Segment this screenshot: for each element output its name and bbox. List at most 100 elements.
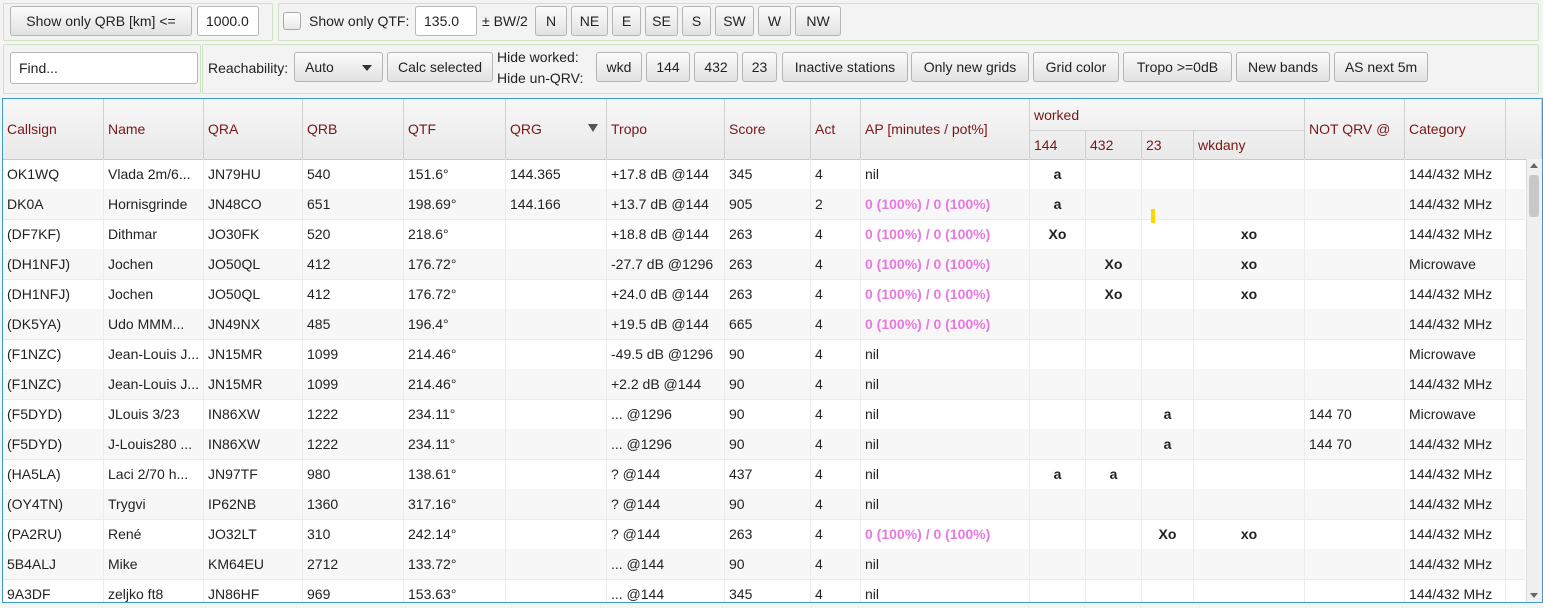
header-not-qrv[interactable]: NOT QRV @: [1305, 99, 1405, 159]
header-ap[interactable]: AP [minutes / pot%]: [861, 99, 1030, 159]
header-callsign[interactable]: Callsign: [3, 99, 104, 159]
cell-qra: JN86HF: [204, 579, 303, 602]
cell-qrb: 1360: [303, 489, 404, 519]
qrb-value-input[interactable]: 1000.0: [197, 6, 259, 36]
filter-button-tropo-0db[interactable]: Tropo >=0dB: [1123, 52, 1232, 82]
header-worked-wkdany[interactable]: wkdany: [1194, 130, 1305, 159]
direction-button-n[interactable]: N: [535, 6, 567, 36]
filter-button-inactive-stations[interactable]: Inactive stations: [782, 52, 908, 82]
cell-category: 144/432 MHz: [1405, 159, 1506, 189]
filter-button-432[interactable]: 432: [694, 52, 738, 82]
header-worked-432[interactable]: 432: [1086, 130, 1142, 159]
cell-notqrv: [1305, 339, 1405, 369]
scroll-thumb[interactable]: [1529, 175, 1539, 217]
header-tropo[interactable]: Tropo: [607, 99, 725, 159]
cell-name: Udo MMM...: [104, 309, 204, 339]
show-only-qtf-checkbox[interactable]: [283, 12, 301, 30]
filter-button-as-next-5m[interactable]: AS next 5m: [1334, 52, 1428, 82]
table-row[interactable]: (PA2RU) René JO32LT 310 242.14° ? @144 263 4 0 (…: [3, 519, 1525, 550]
scroll-up-icon[interactable]: [1530, 163, 1538, 168]
cell-qra: JO30FK: [204, 219, 303, 249]
header-worked-144[interactable]: 144: [1030, 130, 1086, 159]
direction-button-nw[interactable]: NW: [795, 6, 841, 36]
table-row[interactable]: (DH1NFJ) Jochen JO50QL 412 176.72° -27.7 dB @…: [3, 249, 1525, 280]
table-row[interactable]: (F1NZC) Jean-Louis J... JN15MR 1099 214.46° -…: [3, 339, 1525, 370]
table-row[interactable]: (F5DYD) J-Louis280 ... IN86XW 1222 234.11°..…: [3, 429, 1525, 460]
cell-notqrv: [1305, 459, 1405, 489]
table-row[interactable]: (OY4TN) Trygvi IP62NB 1360 317.16° ? @144 90 4 n…: [3, 489, 1525, 520]
filter-button-23[interactable]: 23: [742, 52, 777, 82]
cell-ap: 0 (100%) / 0 (100%): [861, 219, 1030, 249]
filter-button-new-bands[interactable]: New bands: [1236, 52, 1330, 82]
cell-act: 4: [811, 369, 861, 399]
header-category[interactable]: Category: [1405, 99, 1506, 159]
cell-tropo: ... @1296: [607, 429, 725, 459]
find-input[interactable]: Find...: [10, 52, 198, 84]
cell-w432: [1086, 579, 1142, 602]
cell-ap: nil: [861, 369, 1030, 399]
calc-selected-button[interactable]: Calc selected: [387, 52, 493, 82]
cell-w432: [1086, 309, 1142, 339]
cell-callsign: (F1NZC): [3, 369, 104, 399]
header-worked-23[interactable]: 23: [1142, 130, 1194, 159]
cell-qrg: [506, 219, 607, 249]
cell-notqrv: [1305, 489, 1405, 519]
table-row[interactable]: DK0A Hornisgrinde JN48CO 651 198.69° 144.166 +…: [3, 189, 1525, 220]
table-row[interactable]: (DF7KF) Dithmar JO30FK 520 218.6° +18.8 dB @1…: [3, 219, 1525, 250]
header-qtf[interactable]: QTF: [404, 99, 506, 159]
cell-act: 4: [811, 399, 861, 429]
table-row[interactable]: (F1NZC) Jean-Louis J... JN15MR 1099 214.46° +…: [3, 369, 1525, 400]
filter-button-only-new-grids[interactable]: Only new grids: [911, 52, 1029, 82]
header-qrg[interactable]: QRG: [506, 99, 607, 159]
cell-callsign: OK1WQ: [3, 159, 104, 189]
table-row[interactable]: 5B4ALJ Mike KM64EU 2712 133.72° ... @144 90 4 ni…: [3, 549, 1525, 580]
filter-button-grid-color[interactable]: Grid color: [1033, 52, 1119, 82]
header-act[interactable]: Act: [811, 99, 861, 159]
cell-w432: a: [1086, 459, 1142, 489]
filter-button-144[interactable]: 144: [646, 52, 690, 82]
cell-qrg: 144.365: [506, 159, 607, 189]
table-row[interactable]: (DH1NFJ) Jochen JO50QL 412 176.72° +24.0 dB @…: [3, 279, 1525, 310]
header-qrb[interactable]: QRB: [303, 99, 404, 159]
table-row[interactable]: 9A3DF zeljko ft8 JN86HF 969 153.63° ... @144 3…: [3, 579, 1525, 602]
cell-qrg: [506, 489, 607, 519]
header-worked[interactable]: worked: [1030, 99, 1305, 130]
table-row[interactable]: (DK5YA) Udo MMM... JN49NX 485 196.4° +19.5 dB…: [3, 309, 1525, 340]
qtf-value-input[interactable]: 135.0: [415, 6, 477, 36]
direction-button-s[interactable]: S: [682, 6, 711, 36]
cell-tropo: +18.8 dB @144: [607, 219, 725, 249]
table-row[interactable]: (HA5LA) Laci 2/70 h... JN97TF 980 138.61° ? @…: [3, 459, 1525, 490]
cell-ap: nil: [861, 339, 1030, 369]
cell-score: 90: [725, 369, 811, 399]
cell-w432: [1086, 219, 1142, 249]
cell-w432: [1086, 429, 1142, 459]
direction-button-se[interactable]: SE: [645, 6, 678, 36]
vertical-scrollbar[interactable]: [1526, 159, 1542, 602]
cell-qtf: 218.6°: [404, 219, 506, 249]
table-row[interactable]: (F5DYD) JLouis 3/23 IN86XW 1222 234.11° ... @…: [3, 399, 1525, 430]
direction-button-w[interactable]: W: [758, 6, 791, 36]
cell-qtf: 317.16°: [404, 489, 506, 519]
show-only-qrb-button[interactable]: Show only QRB [km] <=: [10, 6, 192, 36]
cell-wkdany: [1194, 399, 1305, 429]
header-score[interactable]: Score: [725, 99, 811, 159]
direction-button-e[interactable]: E: [612, 6, 641, 36]
cell-name: JLouis 3/23: [104, 399, 204, 429]
direction-button-sw[interactable]: SW: [715, 6, 754, 36]
toolbar-row-2: Find... Reachability: Auto Calc selected…: [0, 42, 1543, 94]
cell-w432: [1086, 489, 1142, 519]
cell-qrb: 485: [303, 309, 404, 339]
reachability-select[interactable]: Auto: [294, 52, 383, 82]
cell-notqrv: [1305, 279, 1405, 309]
filter-button-wkd[interactable]: wkd: [596, 52, 642, 82]
cell-tropo: +13.7 dB @144: [607, 189, 725, 219]
cell-w144: [1030, 489, 1086, 519]
header-name[interactable]: Name: [104, 99, 204, 159]
scroll-down-icon[interactable]: [1530, 593, 1538, 598]
cell-callsign: DK0A: [3, 189, 104, 219]
cell-ap: nil: [861, 459, 1030, 489]
header-qra[interactable]: QRA: [204, 99, 303, 159]
table-row[interactable]: OK1WQ Vlada 2m/6... JN79HU 540 151.6° 144.365…: [3, 159, 1525, 190]
direction-button-ne[interactable]: NE: [571, 6, 608, 36]
cell-qtf: 198.69°: [404, 189, 506, 219]
